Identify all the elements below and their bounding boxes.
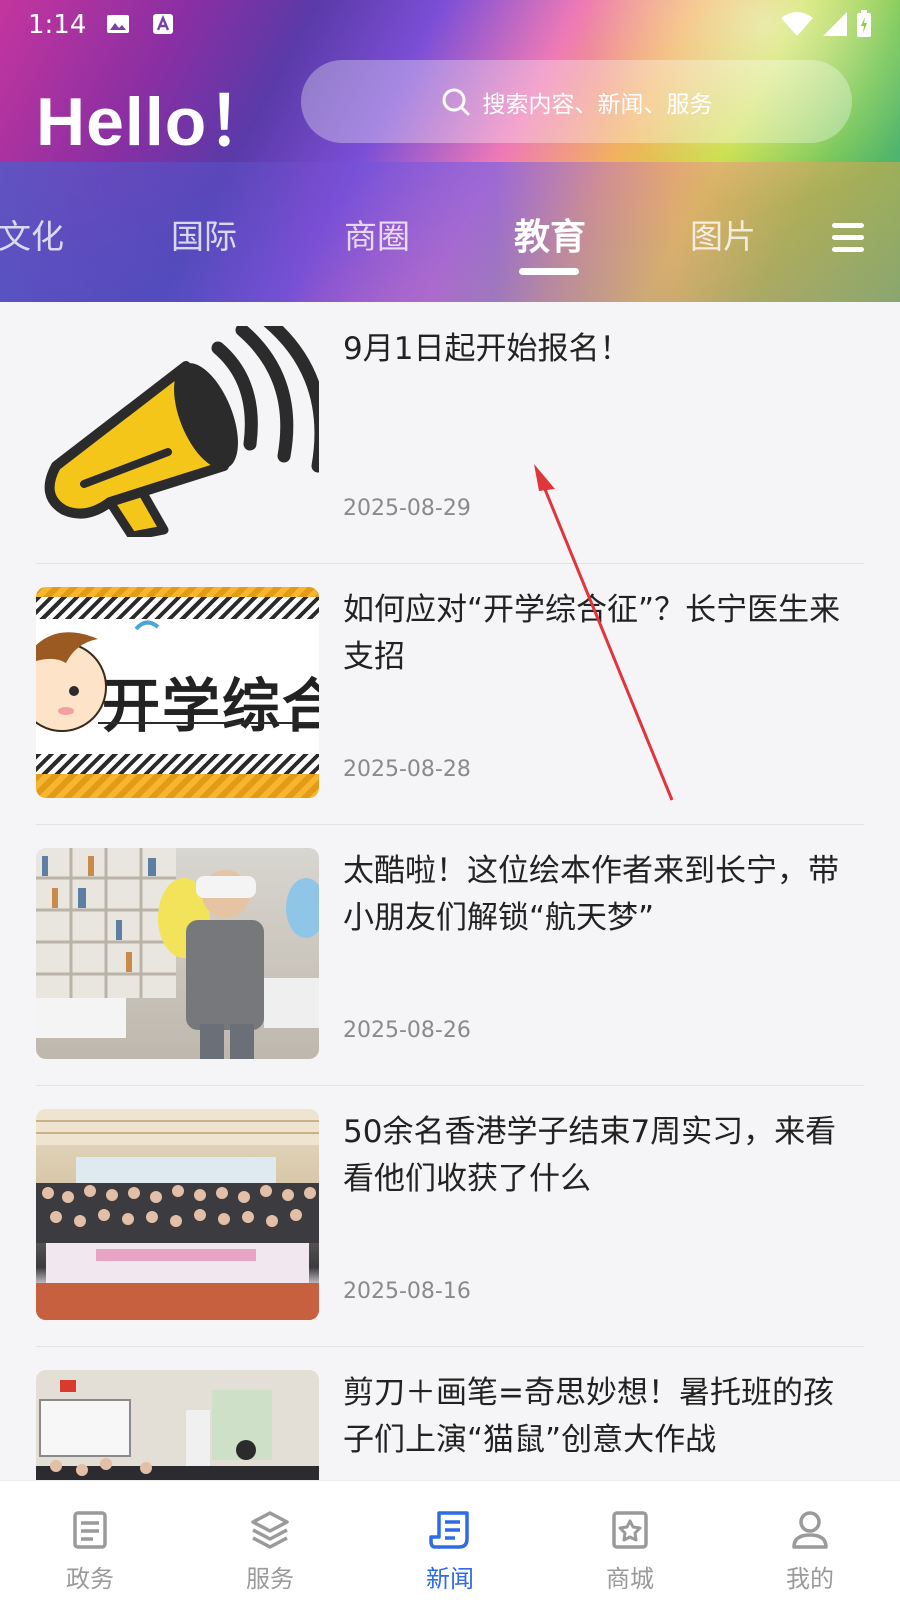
news-date: 2025-08-16 xyxy=(343,1279,471,1304)
tab-culture[interactable]: 文化 xyxy=(0,210,64,258)
library-photo-image xyxy=(36,848,319,1059)
news-date: 2025-08-26 xyxy=(343,1018,471,1043)
active-tab-indicator xyxy=(519,268,579,275)
accessibility-notification-icon xyxy=(153,14,173,34)
greeting-title: Hello！ xyxy=(36,84,277,160)
nav-label: 新闻 xyxy=(426,1565,474,1593)
nav-profile[interactable]: 我的 xyxy=(720,1481,900,1600)
stripe-decoration xyxy=(36,754,319,774)
nav-government[interactable]: 政务 xyxy=(0,1481,180,1600)
news-title[interactable]: 太酷啦！这位绘本作者来到长宁，带小朋友们解锁“航天梦” xyxy=(343,848,863,942)
megaphone-thumbnail xyxy=(36,326,319,537)
battery-icon xyxy=(857,10,871,37)
search-bar[interactable]: 搜索内容、新闻、服务 xyxy=(301,60,852,143)
vr-child-photo xyxy=(36,848,319,1059)
nav-label: 商城 xyxy=(606,1565,654,1593)
news-list: 9月1日起开始报名！ 2025-08-29 开学综合 如何应对“开学综合征”？长… xyxy=(0,302,900,1480)
category-tabs: 文化 国际 商圈 教育 图片 xyxy=(0,210,900,280)
header-banner: 1:14 Hello！ 搜索内容、新闻、服务 文化 国际 商圈 教育 图片 xyxy=(0,0,900,302)
news-title[interactable]: 50余名香港学子结束7周实习，来看看他们收获了什么 xyxy=(343,1109,863,1203)
megaphone-icon xyxy=(44,326,319,537)
news-item[interactable]: 剪刀＋画笔=奇思妙想！暑托班的孩子们上演“猫鼠”创意大作战 xyxy=(36,1346,864,1480)
news-item[interactable]: 50余名香港学子结束7周实习，来看看他们收获了什么 2025-08-16 xyxy=(36,1085,864,1346)
bottom-navigation: 政务 服务 新闻 商城 我的 xyxy=(0,1480,900,1600)
wifi-icon xyxy=(781,12,813,36)
nav-news[interactable]: 新闻 xyxy=(360,1481,540,1600)
news-date: 2025-08-28 xyxy=(343,757,471,782)
nav-label: 政务 xyxy=(66,1565,114,1593)
status-bar: 1:14 xyxy=(0,0,900,48)
news-date: 2025-08-29 xyxy=(343,496,471,521)
government-icon xyxy=(73,1511,107,1549)
search-placeholder: 搜索内容、新闻、服务 xyxy=(482,91,713,118)
news-item[interactable]: 开学综合 如何应对“开学综合征”？长宁医生来支招 2025-08-28 xyxy=(36,563,864,824)
status-time: 1:14 xyxy=(28,10,87,40)
group-photo xyxy=(36,1109,319,1320)
tab-business[interactable]: 商圈 xyxy=(344,210,410,258)
news-title[interactable]: 如何应对“开学综合征”？长宁医生来支招 xyxy=(343,587,863,681)
news-icon xyxy=(429,1511,469,1549)
image-notification-icon xyxy=(107,15,129,33)
nav-label: 服务 xyxy=(246,1565,294,1593)
layers-icon xyxy=(251,1511,289,1549)
news-item[interactable]: 太酷啦！这位绘本作者来到长宁，带小朋友们解锁“航天梦” 2025-08-26 xyxy=(36,824,864,1085)
news-item[interactable]: 9月1日起开始报名！ 2025-08-29 xyxy=(36,302,864,563)
classroom-photo-image xyxy=(36,1370,319,1480)
nav-label: 我的 xyxy=(786,1565,834,1593)
shop-icon xyxy=(612,1511,648,1549)
news-title[interactable]: 9月1日起开始报名！ xyxy=(343,326,863,373)
user-icon xyxy=(792,1511,828,1549)
search-icon xyxy=(442,88,469,115)
classroom-photo xyxy=(36,1370,319,1480)
nav-services[interactable]: 服务 xyxy=(180,1481,360,1600)
news-title[interactable]: 剪刀＋画笔=奇思妙想！暑托班的孩子们上演“猫鼠”创意大作战 xyxy=(343,1370,863,1464)
tab-international[interactable]: 国际 xyxy=(171,210,237,258)
stripe-decoration xyxy=(36,774,319,798)
menu-icon[interactable] xyxy=(832,223,864,255)
status-right xyxy=(780,10,872,38)
tab-pictures[interactable]: 图片 xyxy=(690,210,756,258)
group-photo-image xyxy=(36,1109,319,1320)
back-to-school-thumbnail: 开学综合 xyxy=(36,587,319,798)
signal-icon xyxy=(823,12,847,36)
nav-shop[interactable]: 商城 xyxy=(540,1481,720,1600)
tab-education[interactable]: 教育 xyxy=(514,208,586,260)
